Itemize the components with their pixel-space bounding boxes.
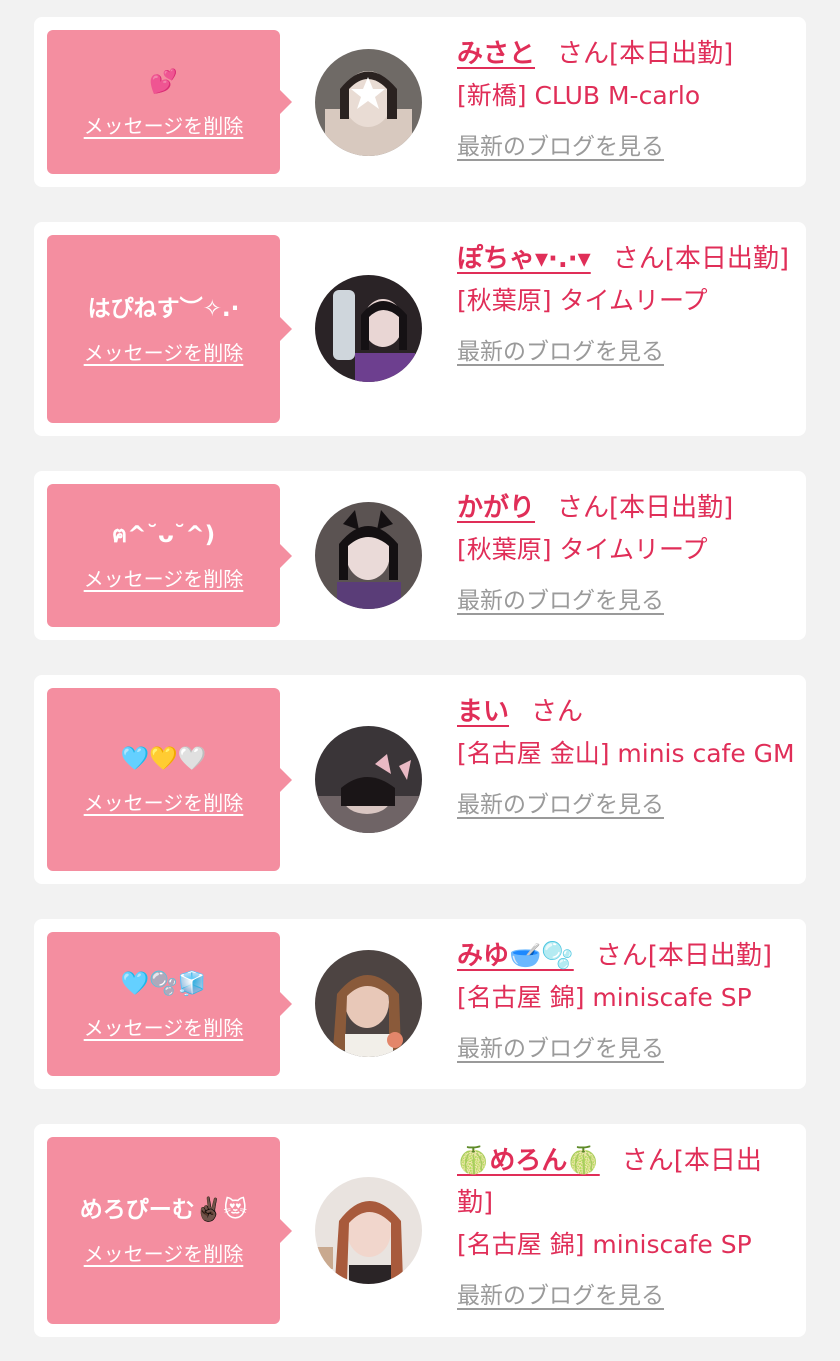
avatar[interactable]: [315, 726, 422, 833]
delete-message-link[interactable]: メッセージを削除: [84, 1238, 244, 1267]
delete-message-link[interactable]: メッセージを削除: [84, 337, 244, 366]
latest-blog-link[interactable]: 最新のブログを見る: [457, 785, 664, 819]
name-line: ぽちゃ▾·.·▾ さん[本日出勤]: [457, 238, 797, 280]
favorite-card: 💕 メッセージを削除 みさと さん[本日出勤] [新橋] CLUB M-carlo…: [34, 17, 806, 187]
cast-name-link[interactable]: まい: [457, 697, 509, 727]
favorite-card: 🩵💛🤍 メッセージを削除 まい さん [名古屋 金山] minis cafe GM…: [34, 675, 806, 884]
cast-info: 🍈めろん🍈 さん[本日出勤] [名古屋 錦] miniscafe SP 最新のブロ…: [457, 1140, 797, 1310]
cast-info: みゆ🥣🫧 さん[本日出勤] [名古屋 錦] miniscafe SP 最新のブログ…: [457, 935, 797, 1063]
shop-name: [名古屋 錦] miniscafe SP: [457, 983, 752, 1012]
name-line: かがり さん[本日出勤]: [457, 487, 797, 529]
shop-name: [名古屋 金山] minis cafe GM: [457, 739, 795, 768]
favorites-list: 💕 メッセージを削除 みさと さん[本日出勤] [新橋] CLUB M-carlo…: [0, 0, 840, 1361]
shop-name: [名古屋 錦] miniscafe SP: [457, 1230, 752, 1259]
attendance-status: [本日出勤]: [647, 941, 773, 971]
message-text: 🩵🫧🧊: [120, 970, 207, 997]
message-bubble: 💕 メッセージを削除: [47, 30, 292, 174]
message-text: ฅ^˘ᴗ˘^): [111, 522, 216, 548]
cast-info: かがり さん[本日出勤] [秋葉原] タイムリープ 最新のブログを見る: [457, 487, 797, 615]
avatar[interactable]: [315, 49, 422, 156]
message-text: 💕: [149, 68, 178, 95]
honorific: さん: [621, 1146, 674, 1176]
favorite-card: ฅ^˘ᴗ˘^) メッセージを削除 かがり さん[本日出勤] [秋葉原] タイムリー…: [34, 471, 806, 640]
cast-info: みさと さん[本日出勤] [新橋] CLUB M-carlo 最新のブログを見る: [457, 33, 797, 161]
attendance-status: [本日出勤]: [609, 493, 734, 523]
favorite-card: 🩵🫧🧊 メッセージを削除 みゆ🥣🫧 さん[本日出勤] [名古屋 錦] minisc…: [34, 919, 806, 1089]
message-text: はぴねす︶✧.·: [87, 295, 240, 322]
honorific: さん: [557, 39, 610, 69]
honorific: さん: [612, 244, 665, 274]
cast-name-link[interactable]: 🍈めろん🍈: [457, 1146, 600, 1176]
name-line: まい さん: [457, 691, 797, 733]
latest-blog-link[interactable]: 最新のブログを見る: [457, 1029, 664, 1063]
favorite-card: めろぴーむ✌🏿😻 メッセージを削除 🍈めろん🍈 さん[本日出勤] [名古屋 錦] …: [34, 1124, 806, 1337]
delete-message-link[interactable]: メッセージを削除: [84, 1012, 244, 1041]
message-bubble: 🩵💛🤍 メッセージを削除: [47, 688, 292, 871]
latest-blog-link[interactable]: 最新のブログを見る: [457, 332, 664, 366]
avatar[interactable]: [315, 502, 422, 609]
cast-info: まい さん [名古屋 金山] minis cafe GM 最新のブログを見る: [457, 691, 797, 819]
message-bubble: めろぴーむ✌🏿😻 メッセージを削除: [47, 1137, 292, 1324]
shop-name: [秋葉原] タイムリープ: [457, 286, 708, 315]
name-line: みゆ🥣🫧 さん[本日出勤]: [457, 935, 797, 977]
name-line: 🍈めろん🍈 さん[本日出勤]: [457, 1140, 797, 1224]
message-text: 🩵💛🤍: [120, 746, 207, 772]
latest-blog-link[interactable]: 最新のブログを見る: [457, 127, 664, 161]
cast-name-link[interactable]: みさと: [457, 39, 535, 69]
delete-message-link[interactable]: メッセージを削除: [84, 787, 244, 816]
attendance-status: [本日出勤]: [664, 244, 790, 274]
honorific: さん: [557, 493, 610, 523]
cast-info: ぽちゃ▾·.·▾ さん[本日出勤] [秋葉原] タイムリープ 最新のブログを見る: [457, 238, 797, 366]
avatar[interactable]: [315, 950, 422, 1057]
shop-name: [新橋] CLUB M-carlo: [457, 81, 701, 110]
name-line: みさと さん[本日出勤]: [457, 33, 797, 75]
latest-blog-link[interactable]: 最新のブログを見る: [457, 581, 664, 615]
avatar[interactable]: [315, 275, 422, 382]
honorific: さん: [531, 697, 584, 727]
delete-message-link[interactable]: メッセージを削除: [84, 563, 244, 592]
cast-name-link[interactable]: みゆ🥣🫧: [457, 941, 574, 971]
latest-blog-link[interactable]: 最新のブログを見る: [457, 1276, 664, 1310]
cast-name-link[interactable]: ぽちゃ▾·.·▾: [457, 244, 591, 274]
honorific: さん: [595, 941, 648, 971]
avatar[interactable]: [315, 1177, 422, 1284]
cast-name-link[interactable]: かがり: [457, 493, 535, 523]
delete-message-link[interactable]: メッセージを削除: [84, 110, 244, 139]
message-bubble: ฅ^˘ᴗ˘^) メッセージを削除: [47, 484, 292, 627]
shop-name: [秋葉原] タイムリープ: [457, 535, 708, 564]
favorite-card: はぴねす︶✧.· メッセージを削除 ぽちゃ▾·.·▾ さん[本日出勤] [秋葉原]…: [34, 222, 806, 436]
message-text: めろぴーむ✌🏿😻: [79, 1197, 248, 1223]
attendance-status: [本日出勤]: [609, 39, 734, 69]
message-bubble: はぴねす︶✧.· メッセージを削除: [47, 235, 292, 423]
message-bubble: 🩵🫧🧊 メッセージを削除: [47, 932, 292, 1076]
